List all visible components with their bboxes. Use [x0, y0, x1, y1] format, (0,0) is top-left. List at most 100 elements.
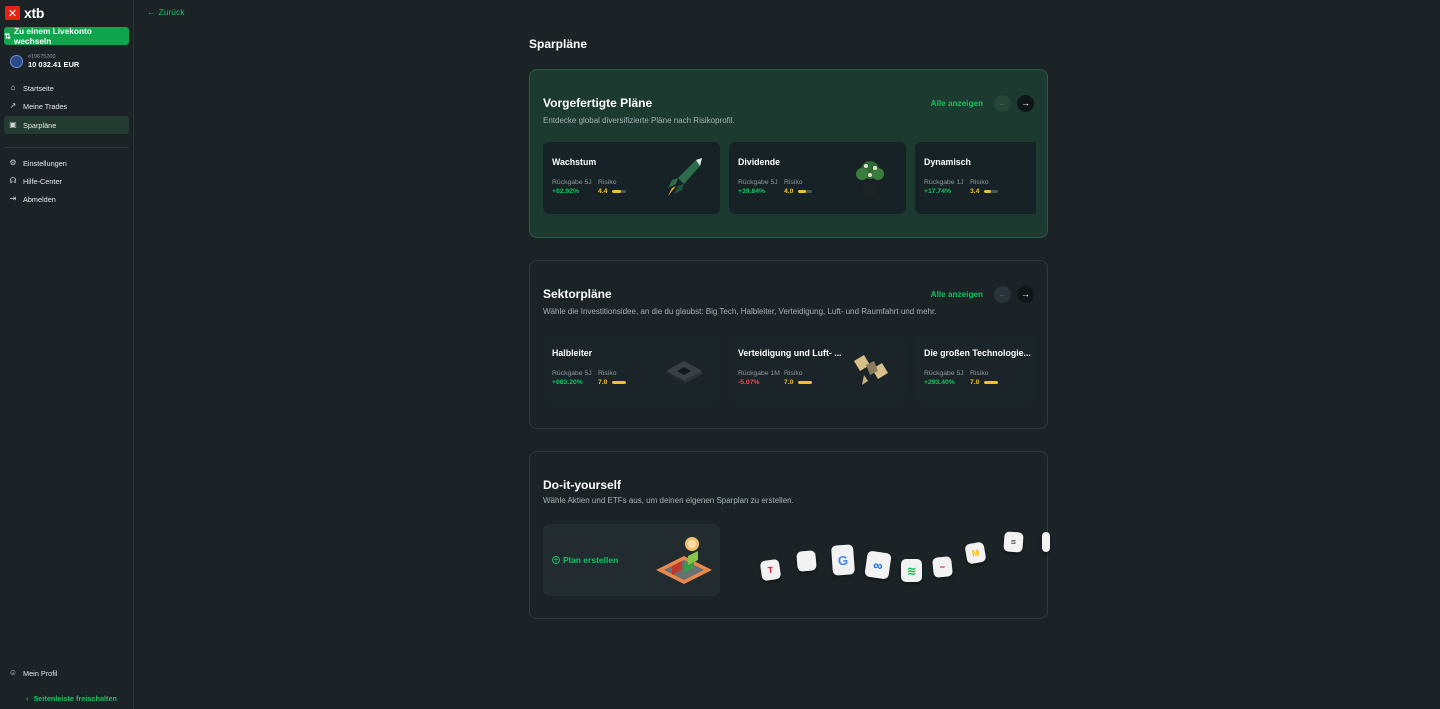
risk-value: 3.4: [970, 188, 980, 195]
sidebar-item-label: Hilfe-Center: [23, 176, 62, 186]
risk-bar: [984, 381, 998, 384]
chip-icon: [666, 361, 702, 384]
meta-logo-icon: ∞: [864, 550, 892, 580]
sidebar-item-label: Mein Profil: [23, 668, 58, 678]
create-plan-card[interactable]: + Plan erstellen: [543, 524, 720, 596]
risk-bar-fill: [798, 381, 812, 384]
tesla-logo-icon: T: [759, 558, 782, 582]
risk-value: 4.0: [784, 188, 794, 195]
return-label: Rückgabe 5J: [738, 179, 778, 186]
section-title: Do-it-yourself: [543, 478, 621, 492]
arrow-left-icon: ←: [147, 7, 156, 17]
building-blocks-icon: [656, 537, 712, 584]
apple-logo-icon: [796, 550, 817, 572]
risk-label: Risiko: [784, 370, 803, 377]
google-glyph: G: [837, 552, 849, 568]
plant-icon: [856, 161, 884, 196]
return-label: Rückgabe 5J: [924, 370, 964, 377]
user-icon: ☺: [8, 668, 18, 677]
section-subtitle: Wähle Aktien und ETFs aus, um deinen eig…: [543, 496, 794, 505]
sidebar-item-label: Startseite: [23, 83, 54, 93]
plan-card-big-tech[interactable]: Die großen Technologie... Rückgabe 5J Ri…: [915, 333, 1036, 405]
sidebar-item-trades[interactable]: ↗ Meine Trades: [4, 97, 129, 115]
sidebar: ✕ xtb ⇅ Zu einem Livekonto wechseln #196…: [0, 0, 134, 709]
card-title: Die großen Technologie...: [924, 348, 1031, 358]
gear-icon: ⚙: [9, 158, 17, 167]
plan-card-growth[interactable]: Wachstum Rückgabe 5J Risiko +82.92% 4.4: [543, 142, 720, 214]
return-value: -5.07%: [738, 379, 760, 386]
sector-plans-section: Sektorpläne Wähle die Investitionsidee, …: [529, 260, 1048, 429]
satellite-icon: [854, 355, 888, 385]
risk-bar-fill: [984, 381, 998, 384]
spotify-glyph: ≋: [906, 563, 917, 578]
return-value: +293.40%: [924, 379, 955, 386]
sidebar-item-label: Einstellungen: [23, 158, 67, 168]
rocket-icon: [668, 158, 702, 196]
risk-bar-fill: [798, 190, 806, 193]
arrow-right-icon: →: [1021, 289, 1030, 299]
show-all-link[interactable]: Alle anzeigen: [931, 99, 983, 108]
google-logo-icon: G: [830, 544, 856, 576]
arrow-left-icon: ←: [998, 98, 1007, 108]
sidebar-item-label: Abmelden: [23, 194, 56, 204]
return-label: Rückgabe 1M: [738, 370, 780, 377]
section-title: Sektorpläne: [543, 287, 612, 301]
unlock-sidebar-button[interactable]: ‹ Seitenleiste freischalten: [26, 694, 117, 703]
card-title: Verteidigung und Luft- ...: [738, 348, 842, 358]
risk-label: Risiko: [784, 179, 803, 186]
risk-bar-fill: [984, 190, 991, 193]
risk-bar: [798, 381, 812, 384]
plan-card-semiconductors[interactable]: Halbleiter Rückgabe 5J Risiko +683.20% 7…: [543, 333, 720, 405]
risk-bar: [612, 381, 626, 384]
risk-label: Risiko: [970, 370, 989, 377]
sidebar-item-savings-plans[interactable]: ▣ Sparpläne: [4, 116, 129, 134]
section-subtitle: Entdecke global diversifizierte Pläne na…: [543, 116, 735, 125]
partial-logo-icon: [1042, 532, 1050, 552]
chevron-left-icon: ‹: [26, 694, 29, 703]
arrow-left-icon: ←: [998, 289, 1007, 299]
risk-value: 7.0: [784, 379, 794, 386]
mcdonalds-glyph: M: [970, 547, 981, 559]
return-value: +683.20%: [552, 379, 583, 386]
next-button[interactable]: →: [1017, 286, 1034, 303]
show-all-link[interactable]: Alle anzeigen: [931, 290, 983, 299]
prebuilt-cards: Wachstum Rückgabe 5J Risiko +82.92% 4.4 …: [543, 142, 1036, 214]
return-value: +39.84%: [738, 188, 766, 195]
account-info[interactable]: #19675200 10 032.41 EUR: [10, 54, 79, 69]
sidebar-item-logout[interactable]: ⇥ Abmelden: [4, 190, 129, 208]
risk-value: 7.0: [598, 379, 608, 386]
return-value: +82.92%: [552, 188, 580, 195]
meta-glyph: ∞: [872, 556, 884, 574]
prev-button[interactable]: ←: [994, 286, 1011, 303]
card-title: Dynamisch: [924, 157, 971, 167]
risk-label: Risiko: [598, 179, 617, 186]
plan-card-dividend[interactable]: Dividende Rückgabe 5J Risiko +39.84% 4.0: [729, 142, 906, 214]
sidebar-item-label: Meine Trades: [23, 101, 68, 111]
plan-card-dynamic[interactable]: Dynamisch Rückgabe 1J Risiko +17.74% 3.4: [915, 142, 1036, 214]
switch-icon: ⇅: [4, 31, 11, 41]
risk-bar-fill: [612, 381, 626, 384]
sidebar-item-help[interactable]: ☊ Hilfe-Center: [4, 172, 129, 190]
arrow-right-icon: →: [1021, 98, 1030, 108]
prev-button[interactable]: ←: [994, 95, 1011, 112]
sidebar-item-settings[interactable]: ⚙ Einstellungen: [4, 154, 129, 172]
next-button[interactable]: →: [1017, 95, 1034, 112]
plan-icon: ▣: [9, 120, 17, 129]
return-value: +17.74%: [924, 188, 952, 195]
prebuilt-plans-section: Vorgefertigte Pläne Entdecke global dive…: [529, 69, 1048, 238]
home-icon: ⌂: [10, 83, 16, 92]
create-plan-button[interactable]: + Plan erstellen: [552, 555, 618, 565]
return-label: Rückgabe 1J: [924, 179, 964, 186]
xtb-logo[interactable]: ✕ xtb: [5, 5, 44, 21]
plan-card-defense[interactable]: Verteidigung und Luft- ... Rückgabe 1M R…: [729, 333, 906, 405]
risk-bar: [798, 190, 812, 193]
sector-cards: Halbleiter Rückgabe 5J Risiko +683.20% 7…: [543, 333, 1036, 405]
logo-text: xtb: [24, 5, 45, 21]
diy-section: Do-it-yourself Wähle Aktien und ETFs aus…: [529, 451, 1050, 619]
sidebar-item-profile[interactable]: ☺ Mein Profil: [4, 664, 129, 682]
tesla-glyph: T: [767, 564, 774, 576]
switch-live-account-button[interactable]: ⇅ Zu einem Livekonto wechseln: [4, 26, 129, 46]
back-link[interactable]: ← Zurück: [147, 7, 184, 17]
sidebar-item-home[interactable]: ⌂ Startseite: [4, 79, 129, 97]
card-title: Wachstum: [552, 157, 597, 167]
